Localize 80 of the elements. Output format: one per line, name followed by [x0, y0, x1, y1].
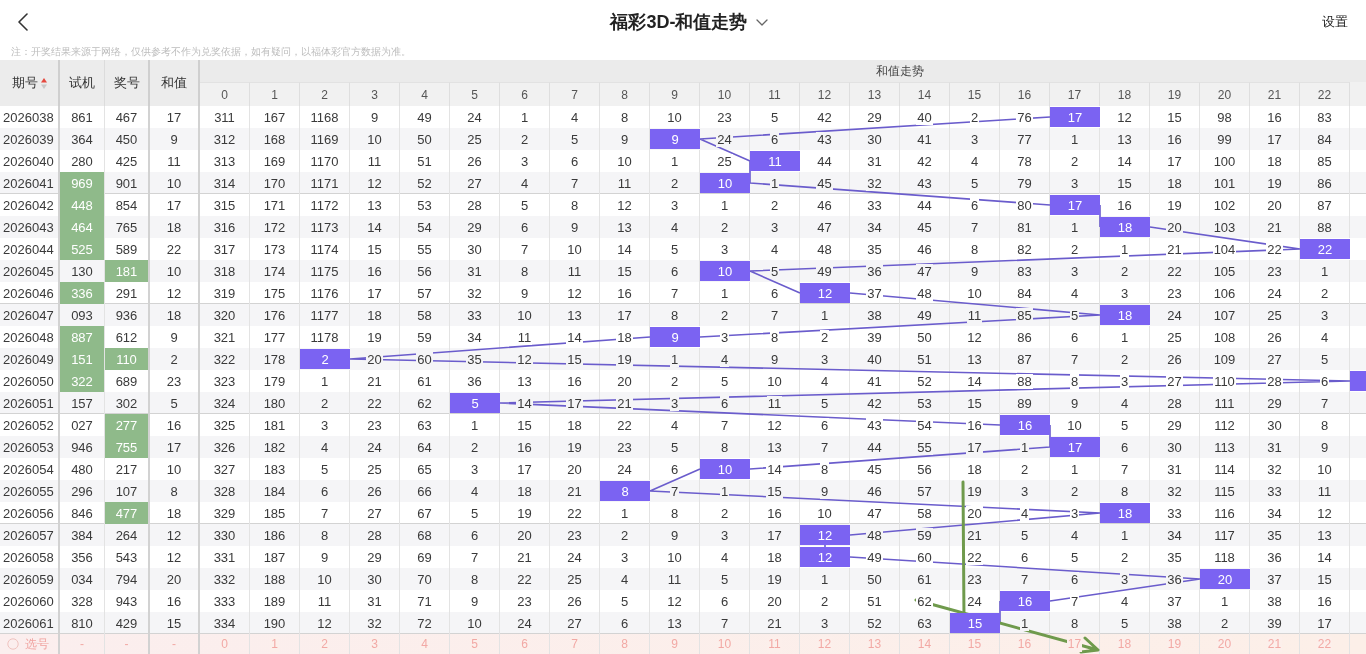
- pick-number[interactable]: 7: [550, 634, 600, 654]
- hit-cell: 10: [700, 173, 750, 193]
- hit-cell: 5: [450, 393, 500, 413]
- test-number-cell: 525: [60, 238, 105, 260]
- settings-button[interactable]: 设置: [1320, 9, 1350, 35]
- dash-cell: -: [150, 634, 200, 654]
- prize-number-cell: 181: [105, 260, 150, 282]
- hit-cell: 9: [650, 327, 700, 347]
- prize-number-cell: 110: [105, 348, 150, 370]
- hit-cell: 10: [700, 459, 750, 479]
- prize-number-cell: 477: [105, 502, 150, 524]
- pick-number[interactable]: 19: [1150, 634, 1200, 654]
- column-header[interactable]: 期号: [11, 74, 38, 92]
- hit-cell: 20: [1200, 569, 1250, 589]
- hit-cell: 12: [800, 547, 850, 567]
- pick-number[interactable]: 2: [300, 634, 350, 654]
- trend-cell: 41: [850, 370, 900, 392]
- dash-cell: -: [60, 634, 105, 654]
- hit-cell: 9: [650, 129, 700, 149]
- prize-number-cell: 755: [105, 436, 150, 458]
- pick-number[interactable]: 3: [350, 634, 400, 654]
- pick-number[interactable]: 17: [1050, 634, 1100, 654]
- pick-number[interactable]: 18: [1100, 634, 1150, 654]
- pick-number[interactable]: 22: [1300, 634, 1350, 654]
- test-number-cell: 151: [60, 348, 105, 370]
- hit-cell: 12: [800, 525, 850, 545]
- trend-cell: 46: [850, 480, 900, 502]
- test-number-cell: 887: [60, 326, 105, 348]
- pick-number[interactable]: 4: [400, 634, 450, 654]
- pick-number[interactable]: 0: [200, 634, 250, 654]
- pick-label[interactable]: 选号: [25, 635, 49, 653]
- hit-cell: 12: [800, 283, 850, 303]
- hit-cell: 2: [300, 349, 350, 369]
- pick-number[interactable]: 13: [850, 634, 900, 654]
- prize-number-cell: 277: [105, 414, 150, 436]
- hit-cell: 18: [1100, 305, 1150, 325]
- hit-cell: 15: [950, 613, 1000, 633]
- trend-cell: 52: [900, 370, 950, 392]
- pick-number[interactable]: 5: [450, 634, 500, 654]
- test-number-cell: 969: [60, 172, 105, 194]
- test-number-cell: 464: [60, 216, 105, 238]
- trend-cell: 40: [850, 348, 900, 370]
- pick-number[interactable]: 10: [700, 634, 750, 654]
- pick-number[interactable]: 15: [950, 634, 1000, 654]
- chevron-down-icon: [755, 18, 768, 26]
- pick-number[interactable]: 1: [250, 634, 300, 654]
- hit-cell: 16: [1000, 415, 1050, 435]
- pick-number[interactable]: 12: [800, 634, 850, 654]
- column-header[interactable]: 奖号: [113, 74, 140, 92]
- hit-cell: 16: [1000, 591, 1050, 611]
- pick-number[interactable]: 16: [1000, 634, 1050, 654]
- radio-icon[interactable]: [7, 638, 19, 650]
- hit-cell: 17: [1050, 195, 1100, 215]
- sort-icon[interactable]: [40, 77, 47, 89]
- pick-number[interactable]: 8: [600, 634, 650, 654]
- trend-header-title: 和值走势: [876, 62, 924, 80]
- dash-cell: -: [105, 634, 150, 654]
- pick-number[interactable]: 14: [900, 634, 950, 654]
- test-number-cell: 322: [60, 370, 105, 392]
- column-header[interactable]: 和值: [161, 74, 187, 92]
- hit-cell: 11: [750, 151, 800, 171]
- test-number-cell: 336: [60, 282, 105, 304]
- pick-number[interactable]: 6: [500, 634, 550, 654]
- hit-cell: 18: [1100, 503, 1150, 523]
- pick-number[interactable]: 20: [1200, 634, 1250, 654]
- pick-number[interactable]: 21: [1250, 634, 1300, 654]
- back-icon: [18, 13, 28, 31]
- title-dropdown[interactable]: 福彩3D-和值走势: [610, 10, 768, 34]
- hit-cell: 10: [700, 261, 750, 281]
- hit-cell: 17: [1050, 107, 1100, 127]
- test-number-cell: 448: [60, 194, 105, 216]
- hit-cell: 17: [1050, 437, 1100, 457]
- column-header[interactable]: 试机: [69, 74, 95, 92]
- pick-number[interactable]: 11: [750, 634, 800, 654]
- pick-number[interactable]: 9: [650, 634, 700, 654]
- hit-cell: 18: [1100, 217, 1150, 237]
- hit-cell: 22: [1300, 239, 1350, 259]
- trend-cell: 11: [750, 392, 800, 414]
- trend-cell: 82: [1000, 238, 1050, 260]
- hit-cell: 8: [600, 481, 650, 501]
